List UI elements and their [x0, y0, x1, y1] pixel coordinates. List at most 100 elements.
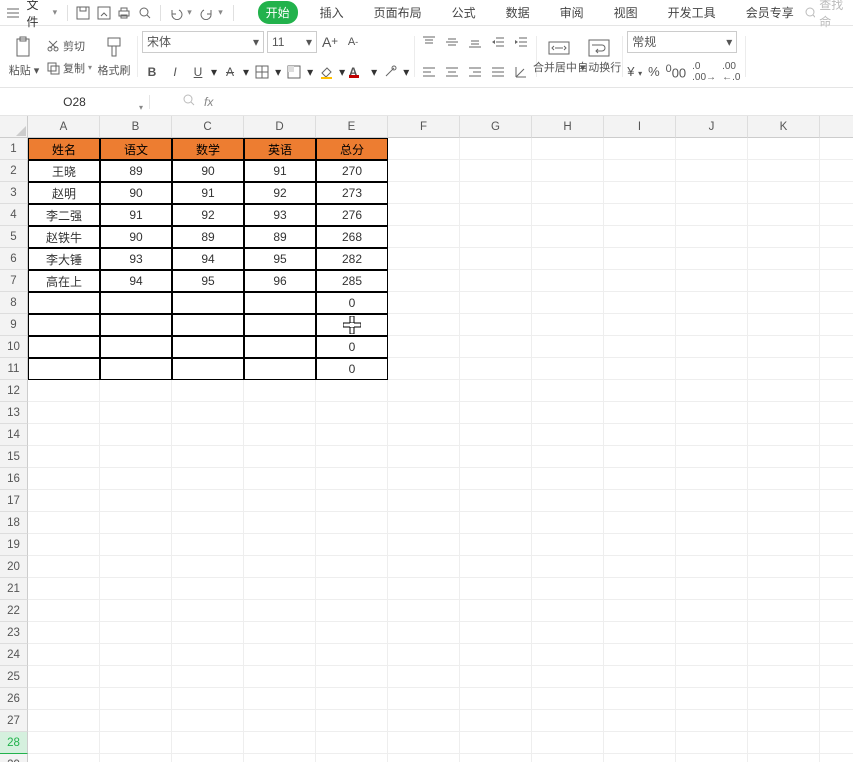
cell[interactable] — [460, 644, 532, 666]
cell[interactable] — [100, 600, 172, 622]
cell[interactable] — [316, 446, 388, 468]
table-cell[interactable]: 268 — [316, 226, 388, 248]
tab-4[interactable]: 数据 — [498, 1, 538, 24]
cell[interactable] — [820, 292, 853, 314]
row-header-7[interactable]: 7 — [0, 270, 28, 292]
cell[interactable] — [820, 358, 853, 380]
cell[interactable] — [172, 754, 244, 762]
cell[interactable] — [28, 600, 100, 622]
cell[interactable] — [460, 292, 532, 314]
cell[interactable] — [604, 314, 676, 336]
strikethrough-button[interactable]: A — [220, 62, 240, 82]
col-header-D[interactable]: D — [244, 116, 316, 138]
cell[interactable] — [532, 688, 604, 710]
row-header-14[interactable]: 14 — [0, 424, 28, 446]
cell[interactable] — [172, 578, 244, 600]
cell[interactable] — [604, 270, 676, 292]
cell[interactable] — [676, 358, 748, 380]
cell[interactable] — [820, 556, 853, 578]
cell[interactable] — [460, 138, 532, 160]
cell[interactable] — [100, 446, 172, 468]
italic-button[interactable]: I — [165, 62, 185, 82]
cell[interactable] — [316, 534, 388, 556]
redo-icon[interactable] — [198, 2, 216, 24]
cell[interactable] — [604, 424, 676, 446]
row-header-17[interactable]: 17 — [0, 490, 28, 512]
cell[interactable] — [172, 512, 244, 534]
copy-button[interactable]: 复制▾ — [46, 59, 92, 77]
cell[interactable] — [244, 688, 316, 710]
cell[interactable] — [748, 512, 820, 534]
table-cell[interactable]: 0 — [316, 358, 388, 380]
cell[interactable] — [820, 534, 853, 556]
cell[interactable] — [172, 380, 244, 402]
cell[interactable] — [460, 336, 532, 358]
name-box[interactable]: O28▾ — [0, 95, 150, 109]
cancel-icon[interactable] — [182, 93, 196, 110]
cell[interactable] — [388, 314, 460, 336]
cell[interactable] — [388, 358, 460, 380]
table-cell[interactable]: 高在上 — [28, 270, 100, 292]
table-cell[interactable]: 91 — [244, 160, 316, 182]
cell[interactable] — [820, 644, 853, 666]
merge-center-button[interactable]: 合并居中 ▾ — [541, 39, 577, 75]
cell[interactable] — [820, 666, 853, 688]
row-header-22[interactable]: 22 — [0, 600, 28, 622]
cell[interactable] — [244, 534, 316, 556]
table-cell[interactable]: 90 — [172, 160, 244, 182]
borders-button[interactable] — [252, 62, 272, 82]
cell[interactable] — [460, 688, 532, 710]
table-cell[interactable] — [244, 358, 316, 380]
cell[interactable] — [820, 424, 853, 446]
table-header[interactable]: 数学 — [172, 138, 244, 160]
cell[interactable] — [748, 248, 820, 270]
cell[interactable] — [100, 688, 172, 710]
undo-chevron-icon[interactable]: ▾ — [187, 7, 192, 18]
cell[interactable] — [100, 512, 172, 534]
cell[interactable] — [460, 512, 532, 534]
cell[interactable] — [460, 468, 532, 490]
cell[interactable] — [676, 248, 748, 270]
cell[interactable] — [532, 358, 604, 380]
table-cell[interactable] — [172, 358, 244, 380]
fill-color-button[interactable] — [316, 62, 336, 82]
cell[interactable] — [676, 314, 748, 336]
row-header-1[interactable]: 1 — [0, 138, 28, 160]
cell[interactable] — [28, 446, 100, 468]
table-cell[interactable]: 93 — [100, 248, 172, 270]
cell[interactable] — [172, 732, 244, 754]
cell[interactable] — [460, 534, 532, 556]
cell[interactable] — [676, 270, 748, 292]
cell[interactable] — [676, 710, 748, 732]
table-cell[interactable]: 89 — [100, 160, 172, 182]
tab-7[interactable]: 开发工具 — [660, 1, 724, 24]
table-cell[interactable] — [100, 358, 172, 380]
cell[interactable] — [460, 226, 532, 248]
cell[interactable] — [28, 710, 100, 732]
cell[interactable] — [388, 468, 460, 490]
cell[interactable] — [676, 600, 748, 622]
row-header-13[interactable]: 13 — [0, 402, 28, 424]
table-header[interactable]: 英语 — [244, 138, 316, 160]
cell[interactable] — [460, 380, 532, 402]
percent-button[interactable]: % — [648, 64, 660, 79]
cell[interactable] — [748, 556, 820, 578]
cell[interactable] — [748, 490, 820, 512]
cell[interactable] — [388, 600, 460, 622]
cell[interactable] — [532, 490, 604, 512]
cell[interactable] — [388, 226, 460, 248]
cell[interactable] — [532, 468, 604, 490]
table-cell[interactable]: 94 — [172, 248, 244, 270]
row-header-27[interactable]: 27 — [0, 710, 28, 732]
tab-1[interactable]: 插入 — [312, 1, 352, 24]
row-header-6[interactable]: 6 — [0, 248, 28, 270]
cell[interactable] — [676, 138, 748, 160]
row-header-21[interactable]: 21 — [0, 578, 28, 600]
align-center-icon[interactable] — [442, 62, 462, 82]
cell[interactable] — [604, 248, 676, 270]
table-cell[interactable]: 赵明 — [28, 182, 100, 204]
cut-button[interactable]: 剪切 — [46, 37, 85, 55]
cell[interactable] — [316, 578, 388, 600]
align-left-icon[interactable] — [419, 62, 439, 82]
cell[interactable] — [676, 578, 748, 600]
